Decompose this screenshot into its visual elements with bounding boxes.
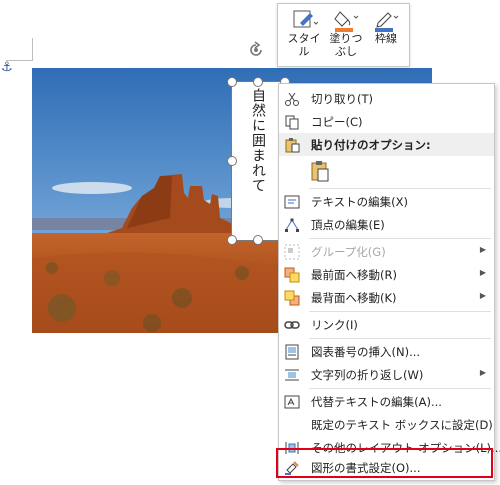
menu-separator	[309, 238, 491, 239]
scissors-icon	[285, 92, 299, 106]
resize-handle-bottom-left[interactable]	[227, 235, 237, 245]
menu-item-set-default-textbox[interactable]: 既定のテキスト ボックスに設定(D)	[279, 413, 494, 436]
style-label: スタイル	[287, 32, 321, 58]
menu-item-insert-caption[interactable]: 図表番号の挿入(N)...	[279, 340, 494, 363]
menu-item-edit-points[interactable]: 頂点の編集(E)	[279, 213, 494, 236]
resize-handle-top[interactable]	[253, 77, 263, 87]
menu-item-label: 切り取り(T)	[311, 92, 373, 106]
menu-separator	[309, 338, 491, 339]
link-icon	[284, 321, 300, 329]
menu-item-label: 最背面へ移動(K)	[311, 291, 397, 305]
menu-header-label: 貼り付けのオプション:	[311, 138, 431, 152]
paint-bucket-icon	[334, 11, 359, 32]
rotate-handle-icon[interactable]	[247, 41, 265, 59]
page-margin-marker	[6, 38, 33, 61]
menu-item-label: 文字列の折り返し(W)	[311, 368, 424, 382]
context-menu: 切り取り(T) コピー(C) 貼り付けのオプション: テキストの編集(X) 頂点…	[278, 83, 500, 481]
anchor-icon: ⚓	[1, 60, 13, 75]
send-to-back-icon	[284, 290, 300, 306]
clipboard-icon	[285, 138, 300, 153]
resize-handle-bottom[interactable]	[253, 235, 263, 245]
text-box-icon	[284, 195, 300, 209]
format-shape-highlight	[276, 448, 493, 478]
menu-item-label: 既定のテキスト ボックスに設定(D)	[311, 418, 493, 432]
menu-separator	[309, 388, 491, 389]
fill-label-line2: ぶし	[335, 45, 357, 58]
submenu-arrow-icon: ▶	[479, 245, 486, 254]
menu-separator	[309, 188, 491, 189]
menu-item-link[interactable]: リンク(I)	[279, 313, 494, 336]
edit-points-icon	[285, 218, 299, 232]
wrap-text-icon	[285, 369, 299, 381]
menu-item-label: 図表番号の挿入(N)...	[311, 345, 421, 359]
resize-handle-top-left[interactable]	[227, 77, 237, 87]
menu-item-label: 頂点の編集(E)	[311, 218, 385, 232]
bring-to-front-icon	[284, 267, 300, 283]
submenu-arrow-icon: ▶	[479, 368, 486, 377]
menu-item-label: 代替テキストの編集(A)...	[311, 395, 442, 409]
pen-outline-icon	[375, 12, 399, 32]
menu-item-send-to-back[interactable]: 最背面へ移動(K) ▶	[279, 286, 494, 309]
resize-handle-left[interactable]	[227, 156, 237, 166]
mini-toolbar: スタイル 塗りつ ぶし 枠線	[277, 3, 410, 67]
style-button[interactable]: スタイル	[283, 8, 325, 58]
submenu-arrow-icon: ▶	[479, 268, 486, 277]
menu-item-label: 最前面へ移動(R)	[311, 268, 397, 282]
menu-item-label: テキストの編集(X)	[311, 195, 409, 209]
fill-label-line1: 塗りつ	[329, 32, 363, 45]
menu-item-cut[interactable]: 切り取り(T)	[279, 87, 494, 110]
menu-item-edit-alt-text[interactable]: 代替テキストの編集(A)...	[279, 390, 494, 413]
menu-item-copy[interactable]: コピー(C)	[279, 110, 494, 133]
group-icon	[284, 244, 300, 260]
menu-item-group[interactable]: グループ化(G) ▶	[279, 240, 494, 263]
menu-header-paste-options: 貼り付けのオプション:	[279, 133, 494, 156]
menu-separator	[309, 311, 491, 312]
submenu-arrow-icon: ▶	[479, 291, 486, 300]
outline-label: 枠線	[375, 32, 397, 45]
paste-clipboard-icon	[311, 161, 329, 182]
copy-icon	[285, 115, 299, 130]
paste-option-keep-source[interactable]	[279, 156, 494, 186]
outline-button[interactable]: 枠線	[368, 8, 404, 45]
alt-text-icon	[284, 395, 300, 409]
menu-item-edit-text[interactable]: テキストの編集(X)	[279, 190, 494, 213]
text-box-content[interactable]: 自然に囲まれて	[248, 88, 268, 193]
menu-item-label: グループ化(G)	[311, 245, 386, 259]
menu-item-bring-to-front[interactable]: 最前面へ移動(R) ▶	[279, 263, 494, 286]
caption-icon	[285, 344, 299, 360]
fill-button[interactable]: 塗りつ ぶし	[328, 8, 364, 58]
menu-item-wrap-text[interactable]: 文字列の折り返し(W) ▶	[279, 363, 494, 386]
menu-item-label: リンク(I)	[311, 318, 358, 332]
shape-style-icon	[293, 10, 318, 28]
menu-item-label: コピー(C)	[311, 115, 363, 129]
